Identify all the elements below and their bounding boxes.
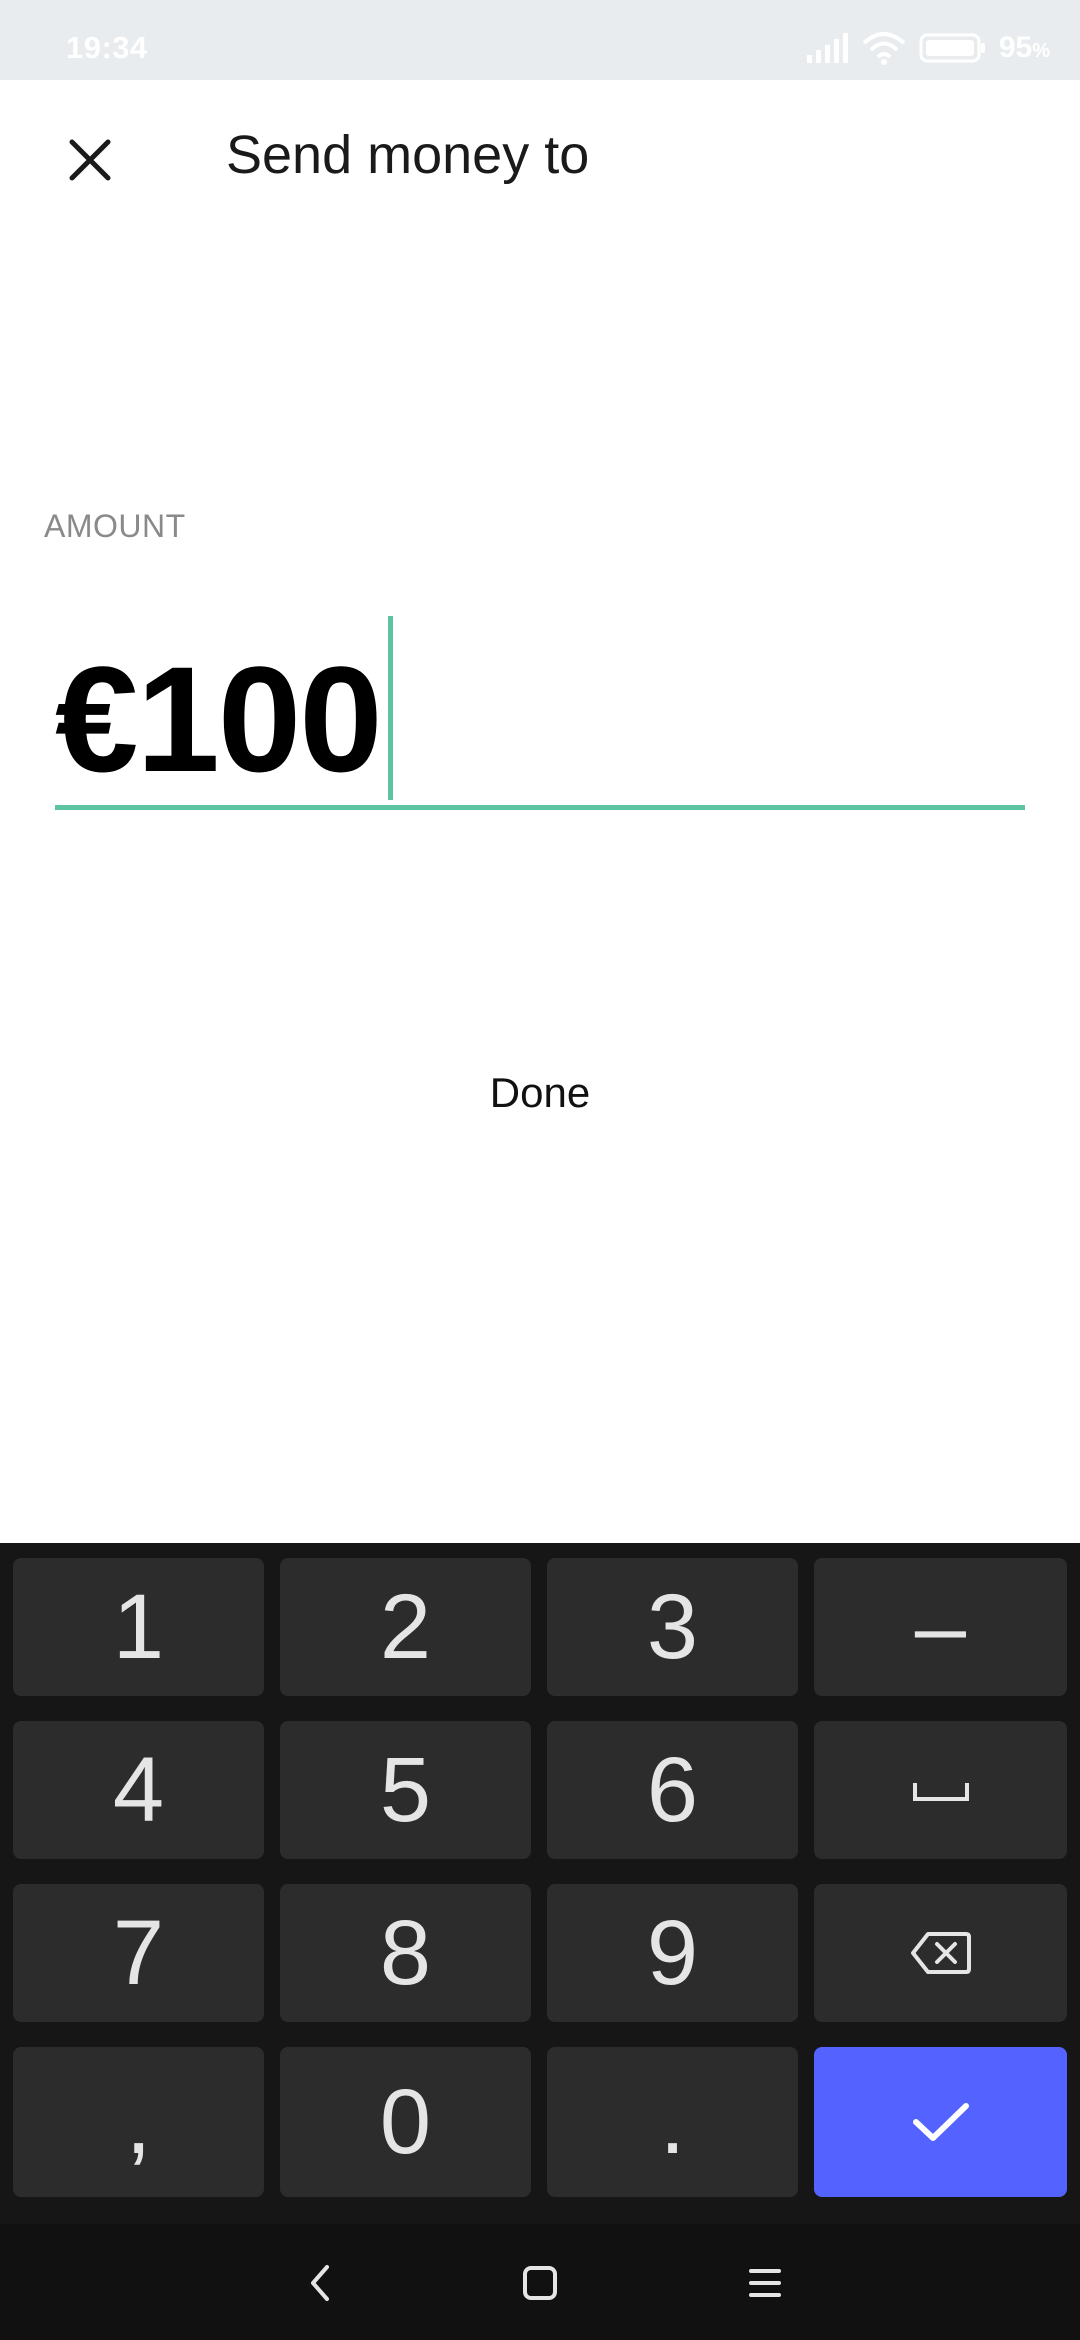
key-1[interactable]: 1 <box>13 1558 264 1696</box>
close-icon <box>69 139 111 181</box>
key-8[interactable]: 8 <box>280 1884 531 2022</box>
status-bar: 19:34 95% <box>0 0 1080 80</box>
amount-input[interactable]: €100 <box>55 610 1025 810</box>
nav-recents-button[interactable] <box>730 2248 800 2318</box>
done-button[interactable]: Done <box>440 1058 640 1128</box>
numeric-keypad: 1 2 3 – 4 5 6 7 8 9 , 0 . <box>0 1543 1080 2224</box>
check-icon <box>912 2103 969 2141</box>
key-6[interactable]: 6 <box>547 1721 798 1859</box>
back-icon <box>311 2265 329 2301</box>
backspace-icon <box>910 1932 971 1974</box>
text-caret <box>388 616 393 800</box>
key-3[interactable]: 3 <box>547 1558 798 1696</box>
key-space[interactable] <box>814 1721 1067 1859</box>
key-backspace[interactable] <box>814 1884 1067 2022</box>
nav-back-button[interactable] <box>285 2248 355 2318</box>
status-icons: 95% <box>805 28 1050 68</box>
close-button[interactable] <box>62 132 118 188</box>
key-comma[interactable]: , <box>13 2047 264 2197</box>
battery-unit: % <box>1032 40 1050 62</box>
nav-home-button[interactable] <box>505 2248 575 2318</box>
confirm-button[interactable] <box>814 2047 1067 2197</box>
battery-value: 95 <box>998 31 1033 64</box>
signal-icon <box>805 33 849 63</box>
key-5[interactable]: 5 <box>280 1721 531 1859</box>
status-time: 19:34 <box>66 30 148 65</box>
battery-icon <box>919 32 987 64</box>
system-nav-bar <box>0 2224 1080 2340</box>
amount-value: €100 <box>55 635 383 803</box>
space-icon <box>912 1783 969 1801</box>
key-minus[interactable]: – <box>814 1558 1067 1696</box>
amount-label: AMOUNT <box>44 508 186 544</box>
key-9[interactable]: 9 <box>547 1884 798 2022</box>
key-decimal[interactable]: . <box>547 2047 798 2197</box>
recents-icon <box>749 2269 781 2297</box>
page-title: Send money to <box>226 125 590 185</box>
key-2[interactable]: 2 <box>280 1558 531 1696</box>
key-0[interactable]: 0 <box>280 2047 531 2197</box>
key-4[interactable]: 4 <box>13 1721 264 1859</box>
key-7[interactable]: 7 <box>13 1884 264 2022</box>
wifi-icon <box>861 31 907 65</box>
home-icon <box>523 2266 557 2300</box>
battery-percent: 95% <box>999 31 1050 65</box>
amount-underline <box>55 805 1025 810</box>
